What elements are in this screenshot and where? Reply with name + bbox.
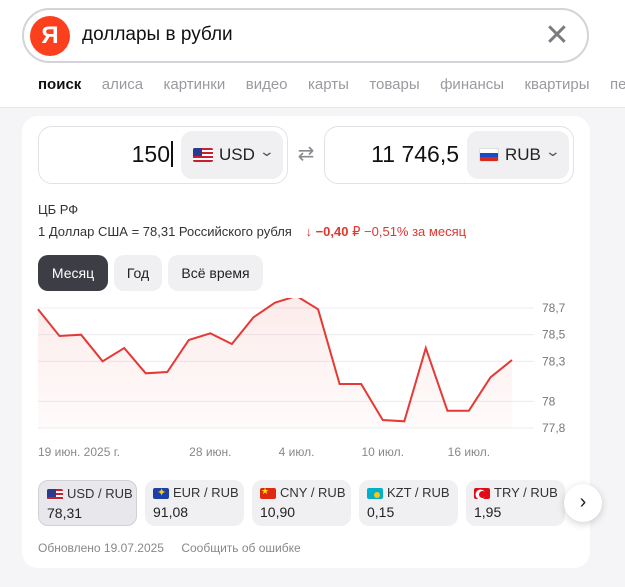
- chart-x-tick-label: 16 июл.: [448, 445, 490, 458]
- eu-flag-icon: [153, 488, 169, 499]
- period-month-button[interactable]: Месяц: [38, 255, 108, 291]
- yandex-logo-icon[interactable]: Я: [30, 16, 70, 56]
- arrow-down-icon: ↓: [305, 224, 312, 239]
- rate-chart[interactable]: 78,7 78,5 78,3 78 77,8 19 июн. 2025 г. 28 июн.…: [22, 298, 590, 458]
- chart-x-tick-label: 19 июн. 2025 г.: [38, 445, 120, 458]
- chart-y-tick-label: 78: [542, 394, 556, 408]
- period-year-button[interactable]: Год: [114, 255, 162, 291]
- chart-y-tick-label: 78,5: [542, 328, 566, 342]
- period-all-button[interactable]: Всё время: [168, 255, 263, 291]
- tab-video[interactable]: видео: [246, 76, 288, 93]
- tab-products[interactable]: товары: [369, 76, 419, 93]
- chart-y-tick-label: 78,3: [542, 354, 566, 368]
- tab-alice[interactable]: алиса: [102, 76, 143, 93]
- currency-converter-card: 150 USD ⌄ ⇄ 11 746,5 RUB ⌄ ЦБ РФ 1 Долла…: [22, 116, 602, 568]
- pair-value: 78,31: [47, 505, 83, 521]
- pair-value: 91,08: [153, 504, 189, 520]
- rate-change: ↓ −0,40 ₽ −0,51% за месяц: [305, 224, 466, 239]
- rate-line: 1 Доллар США = 78,31 Российского рубля ↓…: [38, 224, 466, 240]
- us-flag-icon: [193, 148, 213, 162]
- chart-y-tick-label: 77,8: [542, 421, 566, 435]
- search-tabs: поиск алиса картинки видео карты товары …: [38, 76, 625, 96]
- ru-flag-icon: [479, 148, 499, 162]
- to-amount-input[interactable]: 11 746,5: [371, 141, 459, 168]
- clear-icon[interactable]: ✕: [541, 20, 573, 52]
- swap-icon[interactable]: ⇄: [294, 142, 318, 166]
- kz-flag-icon: [367, 488, 383, 499]
- pair-try-rub[interactable]: TRY / RUB 1,95: [466, 480, 565, 526]
- to-amount-box[interactable]: 11 746,5 RUB ⌄: [324, 126, 574, 184]
- pair-name: USD / RUB: [67, 486, 133, 501]
- chart-area: [38, 298, 512, 428]
- rate-change-pct: −0,51% за месяц: [364, 224, 467, 239]
- tab-search[interactable]: поиск: [38, 76, 81, 93]
- chart-x-tick-label: 4 июл.: [279, 445, 315, 458]
- from-amount-input[interactable]: 150: [132, 141, 173, 168]
- to-currency-code: RUB: [505, 145, 541, 164]
- text-caret: [171, 141, 173, 167]
- from-amount-box[interactable]: 150 USD ⌄: [38, 126, 288, 184]
- search-bar[interactable]: Я доллары в рубли ✕: [22, 8, 589, 63]
- pair-kzt-rub[interactable]: KZT / RUB 0,15: [359, 480, 458, 526]
- pair-name: CNY / RUB: [280, 485, 346, 500]
- tabs-divider: [0, 107, 625, 108]
- pair-eur-rub[interactable]: EUR / RUB 91,08: [145, 480, 244, 526]
- cn-flag-icon: [260, 488, 276, 499]
- tab-maps[interactable]: карты: [308, 76, 349, 93]
- report-error-link[interactable]: Сообщить об ошибке: [181, 541, 300, 555]
- pair-value: 0,15: [367, 504, 395, 520]
- search-input[interactable]: доллары в рубли: [82, 24, 233, 46]
- tab-images[interactable]: картинки: [164, 76, 226, 93]
- ruble-icon: ₽: [352, 224, 361, 239]
- rate-change-abs: −0,40: [315, 224, 349, 239]
- from-currency-select[interactable]: USD ⌄: [181, 131, 283, 179]
- pair-value: 10,90: [260, 504, 296, 520]
- chart-y-tick-label: 78,7: [542, 301, 566, 315]
- card-footer: Обновлено 19.07.2025 Сообщить об ошибке: [38, 541, 315, 555]
- pair-name: EUR / RUB: [173, 485, 239, 500]
- chart-x-tick-label: 28 июн.: [189, 445, 231, 458]
- from-currency-code: USD: [219, 145, 255, 164]
- chart-x-tick-label: 10 июл.: [361, 445, 403, 458]
- pair-name: KZT / RUB: [387, 485, 450, 500]
- pair-cny-rub[interactable]: CNY / RUB 10,90: [252, 480, 351, 526]
- rate-text: 1 Доллар США = 78,31 Российского рубля: [38, 224, 292, 239]
- chevron-down-icon: ⌄: [258, 143, 276, 159]
- tab-finance[interactable]: финансы: [440, 76, 504, 93]
- pair-usd-rub[interactable]: USD / RUB 78,31: [38, 480, 137, 526]
- to-currency-select[interactable]: RUB ⌄: [467, 131, 569, 179]
- chevron-right-icon[interactable]: ›: [564, 484, 602, 522]
- pair-value: 1,95: [474, 504, 502, 520]
- tab-apartments[interactable]: квартиры: [524, 76, 589, 93]
- pair-name: TRY / RUB: [494, 485, 558, 500]
- updated-date: Обновлено 19.07.2025: [38, 541, 164, 555]
- search-header: Я доллары в рубли ✕ поиск алиса картинки…: [0, 0, 625, 108]
- chevron-down-icon: ⌄: [544, 143, 562, 159]
- us-flag-icon: [47, 489, 63, 500]
- tab-more[interactable]: пер: [610, 76, 625, 93]
- tr-flag-icon: [474, 488, 490, 499]
- rate-source: ЦБ РФ: [38, 202, 79, 217]
